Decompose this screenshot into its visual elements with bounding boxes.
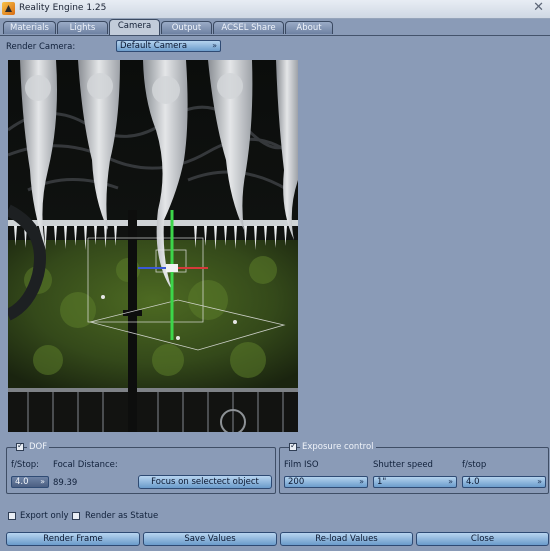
window-titlebar: Reality Engine 1.25 ✕ [0, 0, 550, 19]
dof-title: DOF [27, 442, 50, 452]
shutter-speed-value: 1" [377, 477, 387, 487]
exposure-fstop-select[interactable]: 4.0 » [462, 476, 546, 488]
dof-fstop-select[interactable]: 4.0 » [11, 476, 49, 488]
render-camera-value: Default Camera [120, 41, 188, 51]
dof-group: DOF f/Stop: Focal Distance: 4.0 » 89.39 … [6, 441, 276, 494]
exposure-title: Exposure control [300, 442, 376, 452]
focus-selected-button[interactable]: Focus on selectect object [138, 475, 272, 489]
tab-bar: Materials Lights Camera Output ACSEL Sha… [0, 19, 550, 36]
tab-output[interactable]: Output [161, 21, 212, 34]
chevron-down-icon: » [448, 477, 453, 486]
tab-materials[interactable]: Materials [3, 21, 56, 34]
tab-camera[interactable]: Camera [109, 19, 160, 35]
exposure-fstop-value: 4.0 [466, 477, 480, 487]
chevron-down-icon: » [537, 477, 542, 486]
exposure-group: Exposure control Film ISO Shutter speed … [279, 441, 549, 494]
camera-viewport[interactable] [8, 60, 298, 432]
tab-about[interactable]: About [285, 21, 333, 34]
export-only-label: Export only [20, 511, 69, 521]
tab-lights[interactable]: Lights [57, 21, 108, 34]
focal-distance-value: 89.39 [53, 478, 78, 488]
chevron-down-icon: » [40, 477, 45, 486]
save-values-button[interactable]: Save Values [143, 532, 277, 546]
close-button[interactable]: Close [416, 532, 549, 546]
exposure-checkbox[interactable] [289, 441, 297, 451]
dof-fstop-value: 4.0 [15, 477, 29, 487]
close-icon[interactable]: ✕ [533, 1, 544, 15]
film-iso-value: 200 [288, 477, 305, 487]
render-as-statue-checkbox[interactable] [72, 512, 80, 520]
export-only-checkbox[interactable] [8, 512, 16, 520]
film-iso-label: Film ISO [284, 460, 319, 470]
tab-acsel-share[interactable]: ACSEL Share [213, 21, 284, 34]
shutter-speed-label: Shutter speed [373, 460, 433, 470]
render-frame-button[interactable]: Render Frame [6, 532, 140, 546]
render-camera-select[interactable]: Default Camera » [116, 40, 221, 52]
focal-distance-label: Focal Distance: [53, 460, 118, 470]
exposure-fstop-label: f/stop [462, 460, 487, 470]
film-iso-select[interactable]: 200 » [284, 476, 368, 488]
chevron-down-icon: » [359, 477, 364, 486]
app-icon [2, 2, 15, 15]
shutter-speed-select[interactable]: 1" » [373, 476, 457, 488]
scene-render [8, 60, 298, 432]
chevron-down-icon: » [212, 41, 217, 50]
render-as-statue-label: Render as Statue [85, 511, 159, 521]
render-camera-label: Render Camera: [6, 42, 76, 52]
fstop-label: f/Stop: [11, 460, 40, 470]
dof-checkbox[interactable] [16, 441, 24, 451]
reload-values-button[interactable]: Re-load Values [280, 532, 413, 546]
window-title: Reality Engine 1.25 [19, 3, 107, 13]
